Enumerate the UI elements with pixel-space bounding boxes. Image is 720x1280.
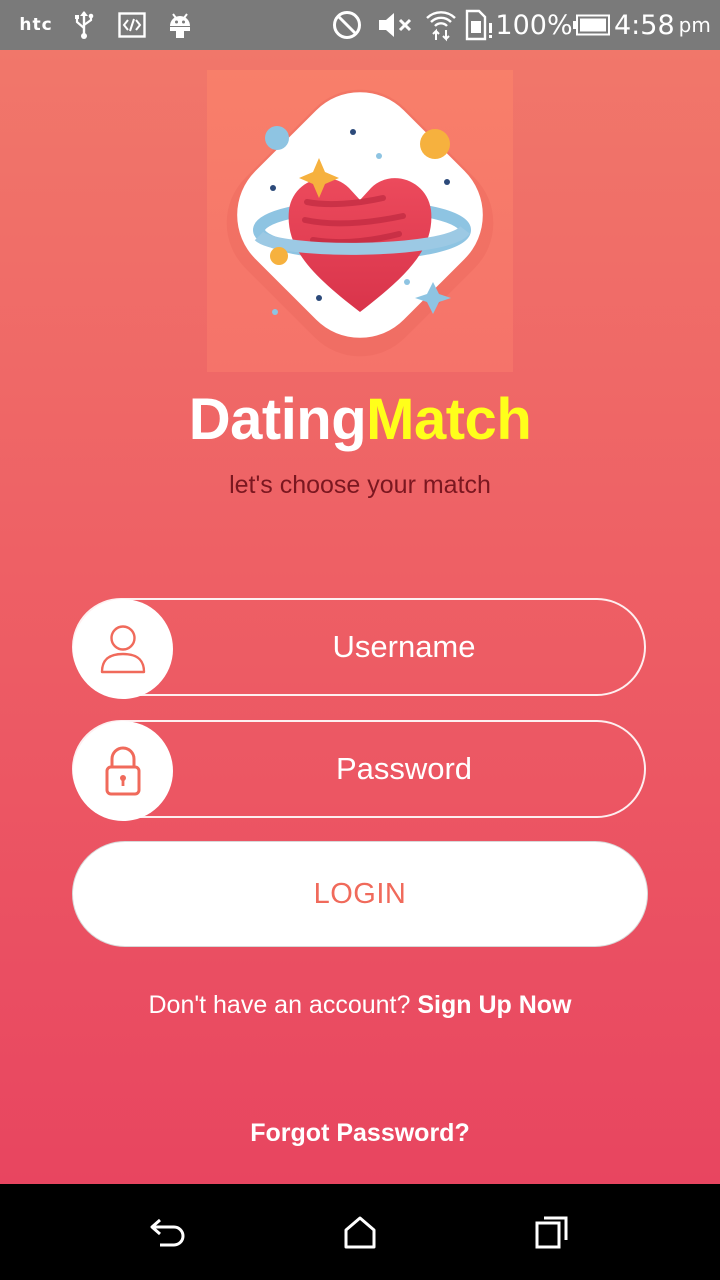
battery-icon <box>572 0 612 50</box>
password-input[interactable] <box>174 722 634 816</box>
usb-icon <box>70 0 98 50</box>
home-icon[interactable] <box>336 1208 384 1256</box>
developer-code-icon <box>116 0 148 50</box>
password-field[interactable] <box>72 720 646 821</box>
app-tagline: let's choose your match <box>229 471 491 499</box>
login-screen: htc 100% 4:58 pm DatingMatch let's choos… <box>0 0 720 1280</box>
forgot-password-link[interactable]: Forgot Password? <box>0 1116 720 1150</box>
app-logo <box>207 70 513 372</box>
main-content: DatingMatch let's choose your match User… <box>0 50 720 1184</box>
wifi-icon <box>424 0 458 50</box>
clock: 4:58 pm <box>614 9 711 41</box>
signup-link[interactable]: Sign Up Now <box>417 991 571 1019</box>
lock-icon <box>73 721 173 821</box>
username-input[interactable] <box>174 600 634 694</box>
do-not-disturb-icon <box>330 0 364 50</box>
user-icon <box>73 599 173 699</box>
battery-percent: 100% <box>495 9 573 41</box>
android-icon <box>164 0 196 50</box>
heart-planet-logo-icon <box>226 89 494 357</box>
app-title: DatingMatch <box>0 380 720 460</box>
username-field[interactable] <box>72 598 646 699</box>
signup-prompt: Don't have an account? Sign Up Now <box>0 988 720 1022</box>
app-title-part2: Match <box>366 387 532 452</box>
htc-brand-label: htc <box>19 15 53 35</box>
signup-prompt-text: Don't have an account? <box>148 991 418 1019</box>
navigation-bar <box>0 1184 720 1280</box>
sim-alert-icon <box>463 0 495 50</box>
volume-muted-icon <box>376 0 416 50</box>
recents-icon[interactable] <box>528 1208 576 1256</box>
app-title-part1: Dating <box>188 387 367 452</box>
login-button[interactable]: LOGIN <box>72 841 648 947</box>
status-bar: htc 100% 4:58 pm <box>0 0 720 50</box>
back-icon[interactable] <box>144 1208 192 1256</box>
